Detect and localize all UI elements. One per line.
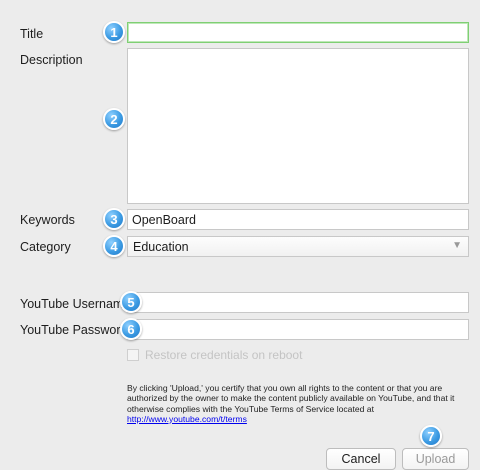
callout-badge-4: 4 — [103, 235, 125, 257]
username-label: YouTube Username — [20, 297, 131, 311]
category-select[interactable]: Education ▼ — [127, 236, 469, 257]
description-label: Description — [20, 53, 83, 67]
title-label: Title — [20, 27, 44, 41]
category-selected-value: Education — [133, 240, 189, 254]
keywords-label: Keywords — [20, 213, 75, 227]
username-input[interactable] — [127, 292, 469, 313]
password-input[interactable] — [127, 319, 469, 340]
terms-text: By clicking 'Upload,' you certify that y… — [127, 383, 455, 414]
upload-button[interactable]: Upload — [402, 448, 469, 470]
description-textarea[interactable] — [127, 48, 469, 204]
callout-badge-6: 6 — [120, 318, 142, 340]
title-input[interactable] — [127, 22, 469, 43]
password-label: YouTube Password — [20, 323, 128, 337]
callout-badge-5: 5 — [120, 291, 142, 313]
category-label: Category — [20, 240, 71, 254]
callout-badge-7: 7 — [420, 425, 442, 447]
callout-badge-2: 2 — [103, 108, 125, 130]
callout-badge-3: 3 — [103, 208, 125, 230]
cancel-button[interactable]: Cancel — [326, 448, 396, 470]
callout-badge-1: 1 — [103, 21, 125, 43]
restore-credentials-row: Restore credentials on reboot — [127, 348, 302, 362]
terms-notice: By clicking 'Upload,' you certify that y… — [127, 383, 472, 424]
keywords-input[interactable] — [127, 209, 469, 230]
restore-credentials-label: Restore credentials on reboot — [145, 348, 303, 362]
chevron-down-icon: ▼ — [452, 240, 462, 251]
restore-credentials-checkbox[interactable] — [127, 349, 139, 361]
terms-link[interactable]: http://www.youtube.com/t/terms — [127, 414, 247, 424]
